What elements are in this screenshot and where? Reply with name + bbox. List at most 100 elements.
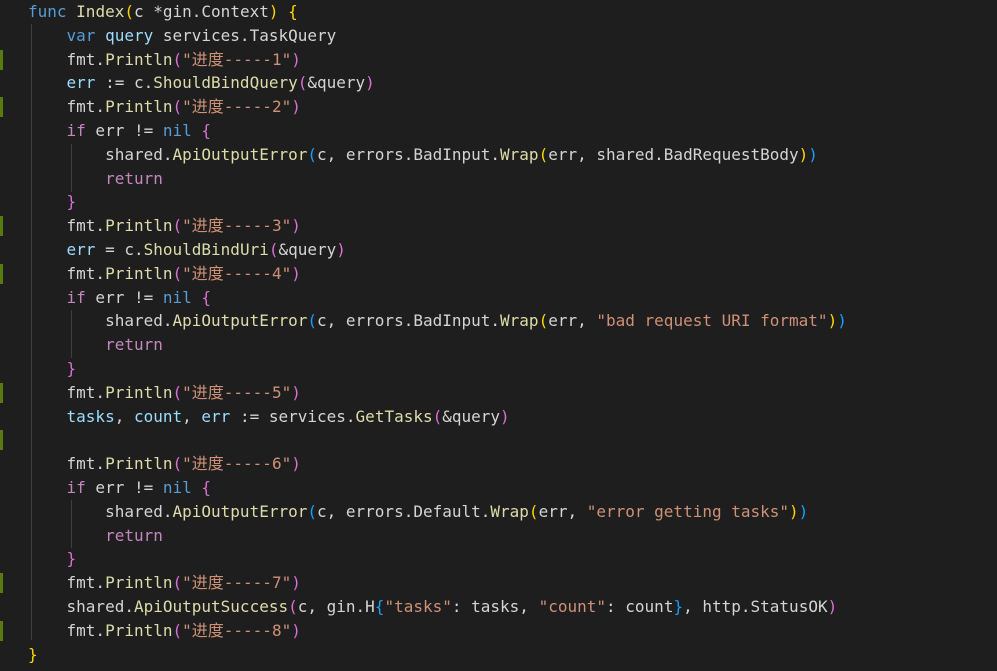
code-line[interactable]: var query services.TaskQuery <box>0 24 997 48</box>
code-token: ( <box>172 382 183 402</box>
code-token: ) <box>291 97 301 117</box>
code-line[interactable]: fmt.Println("进度-----3") <box>0 214 997 238</box>
code-token: shared. <box>28 311 173 331</box>
code-line[interactable]: if err != nil { <box>0 286 997 310</box>
code-token: "进度-----6" <box>182 454 292 474</box>
code-line[interactable]: if err != nil { <box>0 476 997 500</box>
code-token: var <box>66 25 106 45</box>
code-line[interactable]: fmt.Println("进度-----6") <box>0 452 997 476</box>
code-token: "进度-----3" <box>182 216 292 236</box>
code-token: "进度-----7" <box>182 573 292 593</box>
code-token: err <box>201 406 231 426</box>
code-token: err != <box>85 478 163 497</box>
code-token: if <box>66 121 86 140</box>
code-line[interactable]: fmt.Println("进度-----8") <box>0 619 997 643</box>
code-token: ) <box>837 311 847 331</box>
code-token: Println <box>105 97 173 117</box>
code-line[interactable]: fmt.Println("进度-----4") <box>0 262 997 286</box>
code-token: c, errors.Default. <box>317 501 491 521</box>
code-token: := services. <box>230 406 356 426</box>
code-token: } <box>66 192 77 212</box>
code-token: { <box>288 2 298 21</box>
code-line[interactable]: shared.ApiOutputError(c, errors.BadInput… <box>0 309 997 333</box>
code-token: "进度-----2" <box>182 97 292 117</box>
code-token: ( <box>172 263 183 283</box>
code-token: Wrap <box>500 144 539 164</box>
code-text: var query services.TaskQuery <box>28 24 337 48</box>
code-token: ) <box>291 49 301 69</box>
code-token: "error getting tasks" <box>586 501 790 521</box>
code-line[interactable]: } <box>0 357 997 381</box>
code-token: { <box>201 121 212 140</box>
code-token: ( <box>172 620 183 640</box>
code-token: Println <box>105 454 173 474</box>
code-token: return <box>105 525 163 545</box>
code-token: ( <box>307 311 317 331</box>
code-token: "tasks" <box>384 597 452 616</box>
code-text: fmt.Println("进度-----8") <box>28 619 301 643</box>
code-token: ) <box>336 240 346 259</box>
code-line[interactable]: } <box>0 547 997 571</box>
code-token: fmt. <box>28 216 106 236</box>
code-token: c, errors.BadInput. <box>317 311 501 331</box>
code-line[interactable]: tasks, count, err := services.GetTasks(&… <box>0 405 997 429</box>
code-token: shared. <box>28 597 134 616</box>
code-token: shared. <box>28 501 173 521</box>
code-token: nil <box>162 121 192 140</box>
code-token: ) <box>291 382 301 402</box>
code-line[interactable]: fmt.Println("进度-----2") <box>0 95 997 119</box>
code-line[interactable]: shared.ApiOutputError(c, errors.Default.… <box>0 500 997 524</box>
code-token: err != <box>85 121 163 140</box>
code-token: Println <box>105 620 173 640</box>
code-token: c, gin.H <box>297 597 375 616</box>
code-token: Println <box>105 263 173 283</box>
code-text: shared.ApiOutputError(c, errors.Default.… <box>28 500 808 524</box>
code-line[interactable]: if err != nil { <box>0 119 997 143</box>
code-token: ( <box>172 49 183 69</box>
code-line[interactable] <box>0 428 997 452</box>
code-token: : tasks, <box>451 597 539 616</box>
code-token: return <box>105 168 163 188</box>
code-token: , <box>182 406 202 426</box>
code-token: fmt. <box>28 49 106 69</box>
code-editor[interactable]: func Index(c *gin.Context) { var query s… <box>0 0 997 671</box>
code-line[interactable]: func Index(c *gin.Context) { <box>0 0 997 24</box>
code-line[interactable]: err = c.ShouldBindUri(&query) <box>0 238 997 262</box>
code-line[interactable]: return <box>0 524 997 548</box>
code-line[interactable]: return <box>0 167 997 191</box>
code-token: fmt. <box>28 573 106 593</box>
code-line[interactable]: shared.ApiOutputSuccess(c, gin.H{"tasks"… <box>0 595 997 619</box>
code-token: ( <box>288 597 298 616</box>
code-text: if err != nil { <box>28 476 212 500</box>
code-text: fmt.Println("进度-----4") <box>28 262 301 286</box>
code-line[interactable]: shared.ApiOutputError(c, errors.BadInput… <box>0 143 997 167</box>
code-line[interactable]: fmt.Println("进度-----1") <box>0 48 997 72</box>
code-line[interactable]: } <box>0 643 997 667</box>
code-line[interactable]: fmt.Println("进度-----5") <box>0 381 997 405</box>
code-token: : count <box>606 597 674 616</box>
code-token: { <box>201 287 212 307</box>
code-token: Println <box>105 216 173 236</box>
code-text: shared.ApiOutputSuccess(c, gin.H{"tasks"… <box>28 595 838 619</box>
code-token: ) <box>291 263 301 283</box>
code-token: nil <box>162 478 192 497</box>
code-token: } <box>66 359 77 378</box>
code-line[interactable]: fmt.Println("进度-----7") <box>0 571 997 595</box>
code-line[interactable]: return <box>0 333 997 357</box>
git-modified-gutter-marker <box>0 430 3 451</box>
code-line[interactable]: } <box>0 190 997 214</box>
code-text: fmt.Println("进度-----2") <box>28 95 301 119</box>
code-token: = c. <box>95 240 144 259</box>
code-token: "进度-----4" <box>182 263 292 283</box>
code-text: fmt.Println("进度-----7") <box>28 571 301 595</box>
code-token: nil <box>162 287 192 307</box>
code-line[interactable]: err := c.ShouldBindQuery(&query) <box>0 71 997 95</box>
code-token: ShouldBindUri <box>143 240 269 259</box>
